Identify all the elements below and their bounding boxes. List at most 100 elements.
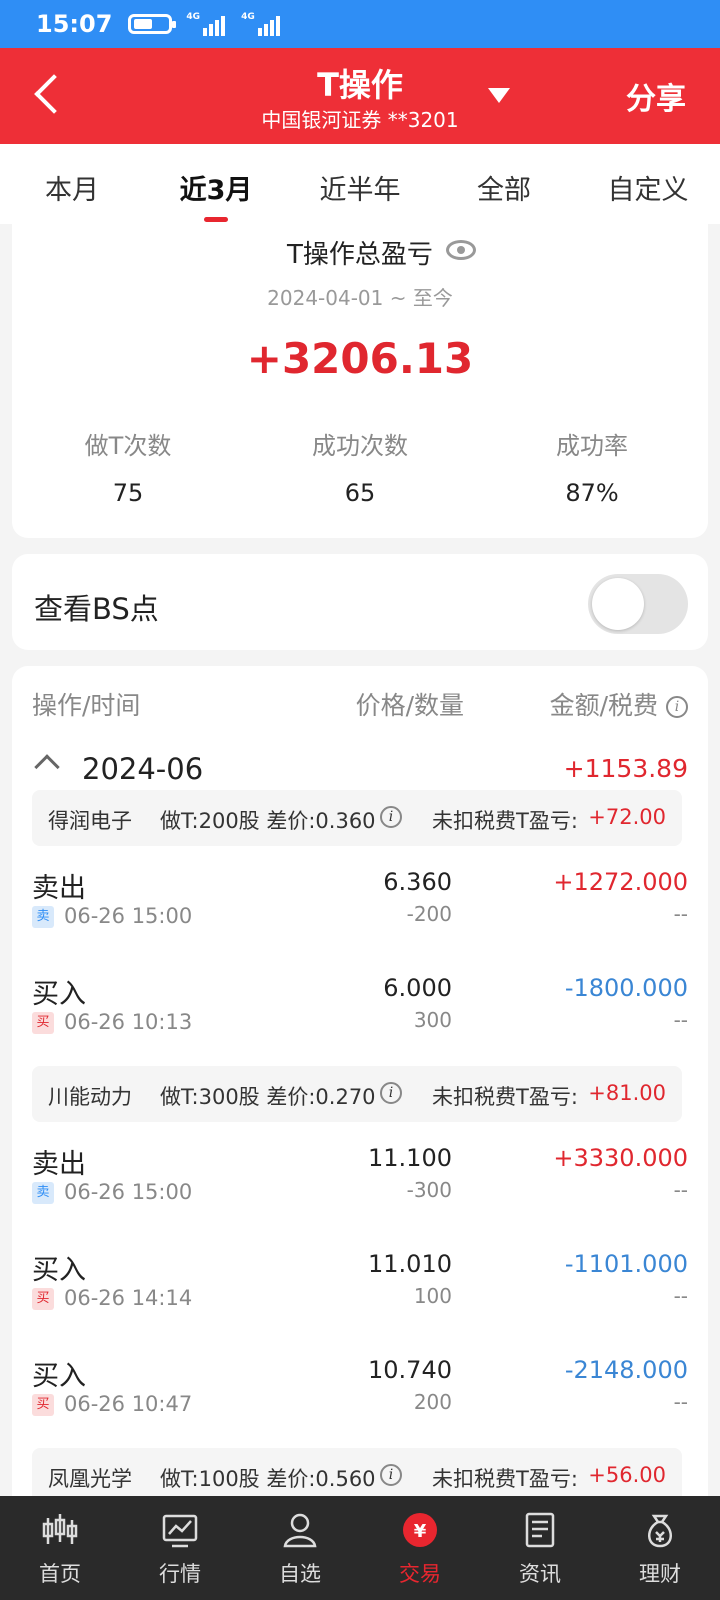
trade-time: 06-26 14:14 [64, 1286, 193, 1310]
t-detail: 做T:300股 差价:0.270 [160, 1085, 376, 1109]
dropdown-triangle-icon[interactable] [488, 88, 510, 103]
document-icon [520, 1510, 560, 1550]
pl-label: 未扣税费T盈亏: [432, 809, 578, 833]
buy-badge: 买 [32, 1012, 54, 1034]
stat-value: 87% [565, 479, 619, 507]
person-icon [280, 1510, 320, 1550]
trade-fee: -- [673, 902, 688, 926]
t-detail: 做T:200股 差价:0.360 [160, 809, 376, 833]
trade-fee: -- [673, 1284, 688, 1308]
trade-amount: -1800.000 [564, 974, 688, 1002]
column-header-price: 价格/数量 [355, 691, 464, 720]
tab-custom[interactable]: 自定义 [576, 144, 720, 224]
status-bar: 15:07 4G 4G [0, 0, 720, 48]
stock-group-header[interactable]: 得润电子 做T:200股 差价:0.360 i 未扣税费T盈亏: +72.00 [32, 790, 682, 846]
trade-price: 11.010 [368, 1250, 452, 1278]
summary-card: T操作总盈亏 2024-04-01 ~ 至今 +3206.13 做T次数 75 … [12, 224, 708, 538]
stat-label: 成功次数 [312, 432, 408, 460]
info-icon[interactable]: i [380, 1464, 402, 1486]
month-label: 2024-06 [82, 752, 204, 786]
bs-points-toggle[interactable] [588, 574, 688, 634]
stat-value: 75 [112, 479, 144, 507]
tab-all[interactable]: 全部 [432, 144, 576, 224]
trade-price: 6.000 [383, 974, 452, 1002]
trade-row[interactable]: 卖出卖 06-26 15:00 11.100 -300 +3330.000 -- [12, 1130, 708, 1230]
pl-label: 未扣税费T盈亏: [432, 1467, 578, 1491]
tab-this-month[interactable]: 本月 [0, 144, 144, 224]
signal-icon-1: 4G [186, 12, 227, 36]
info-icon[interactable]: i [380, 806, 402, 828]
column-header-action: 操作/时间 [32, 691, 141, 720]
trade-time: 06-26 15:00 [64, 904, 193, 928]
trade-amount: +3330.000 [553, 1144, 688, 1172]
trade-amount: -2148.000 [564, 1356, 688, 1384]
trade-amount: -1101.000 [564, 1250, 688, 1278]
nav-item-candlestick[interactable]: 首页 [0, 1496, 120, 1600]
nav-label: 行情 [159, 1562, 201, 1586]
sell-badge: 卖 [32, 1182, 54, 1204]
stat-value: 65 [344, 479, 376, 507]
column-header-amount: 金额/税费 i [550, 686, 688, 722]
total-profit: +3206.13 [246, 334, 474, 383]
period-tabs: 本月 近3月 近半年 全部 自定义 [0, 144, 720, 224]
trade-row[interactable]: 买入买 06-26 14:14 11.010 100 -1101.000 -- [12, 1236, 708, 1336]
stat-label: 成功率 [556, 432, 628, 460]
trade-action: 卖出 [32, 1149, 86, 1180]
trade-row[interactable]: 卖出卖 06-26 15:00 6.360 -200 +1272.000 -- [12, 854, 708, 954]
eye-icon[interactable] [446, 240, 476, 260]
trade-action: 买入 [32, 979, 86, 1010]
trade-time: 06-26 10:47 [64, 1392, 193, 1416]
month-total: +1153.89 [563, 754, 688, 783]
pl-value: +56.00 [588, 1463, 666, 1487]
stock-group-header[interactable]: 川能动力 做T:300股 差价:0.270 i 未扣税费T盈亏: +81.00 [32, 1066, 682, 1122]
trade-price: 10.740 [368, 1356, 452, 1384]
candlestick-icon [40, 1510, 80, 1550]
trade-price: 11.100 [368, 1144, 452, 1172]
trade-action: 卖出 [32, 873, 86, 904]
trade-quantity: 300 [413, 1008, 452, 1032]
nav-item-chart[interactable]: 行情 [120, 1496, 240, 1600]
pl-label: 未扣税费T盈亏: [432, 1085, 578, 1109]
stat-success-rate: 成功率 87% [476, 426, 708, 507]
yuan-icon: ¥ [400, 1510, 440, 1550]
nav-label: 理财 [639, 1562, 681, 1586]
account-selector[interactable]: 中国银河证券 **3201 [0, 104, 720, 133]
tab-half-year[interactable]: 近半年 [288, 144, 432, 224]
bs-points-card: 查看BS点 [12, 554, 708, 650]
chevron-up-icon[interactable] [34, 754, 60, 780]
nav-label: 交易 [399, 1562, 441, 1586]
trade-quantity: -300 [406, 1178, 452, 1202]
tab-last-3-months[interactable]: 近3月 [144, 144, 288, 224]
stock-name: 得润电子 [48, 809, 132, 833]
trade-fee: -- [673, 1390, 688, 1414]
nav-item-yuan[interactable]: ¥ 交易 [360, 1496, 480, 1600]
stat-success-count: 成功次数 65 [244, 426, 476, 507]
records-card: 操作/时间 价格/数量 金额/税费 i 2024-06 +1153.89 得润电… [12, 666, 708, 1506]
share-button[interactable]: 分享 [626, 74, 686, 118]
nav-item-money-bag[interactable]: 理财 [600, 1496, 720, 1600]
battery-icon [128, 14, 177, 34]
trade-fee: -- [673, 1008, 688, 1032]
app-header: T操作 中国银河证券 **3201 分享 [0, 48, 720, 144]
trade-row[interactable]: 买入买 06-26 10:47 10.740 200 -2148.000 -- [12, 1342, 708, 1442]
summary-title: T操作总盈亏 [287, 240, 433, 270]
trade-time: 06-26 10:13 [64, 1010, 193, 1034]
info-icon[interactable]: i [666, 696, 688, 718]
trade-quantity: 200 [413, 1390, 452, 1414]
money-bag-icon [640, 1510, 680, 1550]
trade-quantity: -200 [406, 902, 452, 926]
trade-price: 6.360 [383, 868, 452, 896]
trade-row[interactable]: 买入买 06-26 10:13 6.000 300 -1800.000 -- [12, 960, 708, 1060]
nav-item-document[interactable]: 资讯 [480, 1496, 600, 1600]
trade-quantity: 100 [413, 1284, 452, 1308]
info-icon[interactable]: i [380, 1082, 402, 1104]
month-header[interactable]: 2024-06 +1153.89 [12, 744, 708, 794]
chart-icon [160, 1510, 200, 1550]
stock-name: 川能动力 [48, 1085, 132, 1109]
svg-text:¥: ¥ [414, 1521, 427, 1542]
pl-value: +72.00 [588, 805, 666, 829]
clock: 15:07 [36, 10, 113, 38]
stat-label: 做T次数 [84, 432, 172, 460]
stat-t-count: 做T次数 75 [12, 426, 244, 507]
nav-item-person[interactable]: 自选 [240, 1496, 360, 1600]
